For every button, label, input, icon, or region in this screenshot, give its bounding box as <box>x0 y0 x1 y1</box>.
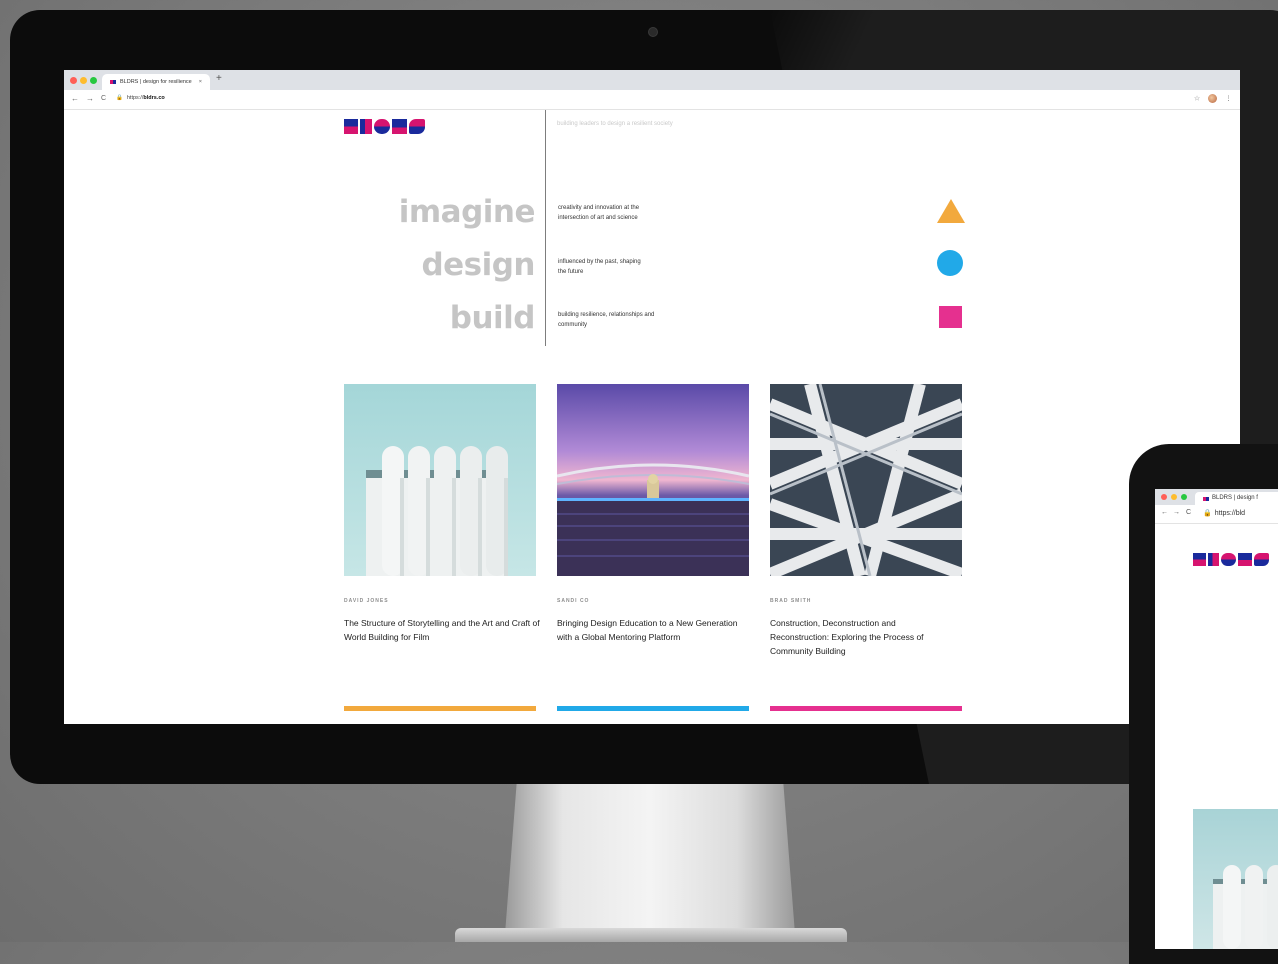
browser-tab-bar: BLDRS | design for resilience × + <box>64 70 1240 90</box>
imac-stand-foot <box>455 928 847 942</box>
imac-stand <box>505 784 795 934</box>
building-illustration <box>366 446 508 576</box>
article-author: DAVID JONES <box>344 598 389 604</box>
close-window-button[interactable] <box>70 77 77 84</box>
pillar-desc-imagine: creativity and innovation at the interse… <box>558 205 640 221</box>
pillar-desc-build: building resilience, relationships and c… <box>558 312 655 328</box>
triangle-icon <box>937 199 965 223</box>
square-icon <box>939 306 962 328</box>
laptop-tab-title: BLDRS | design f <box>1212 495 1258 501</box>
article-image-building[interactable] <box>344 384 536 576</box>
laptop-address-bar[interactable]: 🔒 https://bld <box>1203 509 1245 517</box>
article-title-link[interactable]: The Structure of Storytelling and the Ar… <box>344 616 540 644</box>
article-title-link[interactable]: Bringing Design Education to a New Gener… <box>557 616 753 644</box>
tab-title: BLDRS | design for resilience <box>120 79 192 85</box>
url-host: bld <box>1235 510 1246 517</box>
article-image-building[interactable] <box>1193 809 1278 949</box>
camera-dot <box>648 27 658 37</box>
close-window-button[interactable] <box>1161 494 1167 500</box>
forward-icon[interactable]: → <box>1173 509 1180 516</box>
minimize-window-button[interactable] <box>80 77 87 84</box>
pillar-word-imagine: imagine <box>398 194 536 230</box>
lattice-illustration <box>770 384 962 576</box>
bldrs-logo[interactable] <box>344 119 425 134</box>
reload-icon[interactable]: C <box>1186 509 1191 516</box>
pillar-word-build: build <box>449 300 536 336</box>
laptop-tab-bar: BLDRS | design f <box>1155 489 1278 505</box>
site-tagline: building leaders to design a resilient s… <box>557 121 673 127</box>
maximize-window-button[interactable] <box>1181 494 1187 500</box>
article-accent-bar <box>557 706 749 711</box>
minimize-window-button[interactable] <box>1171 494 1177 500</box>
bookmark-star-icon[interactable]: ☆ <box>1194 95 1200 102</box>
laptop-browser-tab[interactable]: BLDRS | design f <box>1195 492 1278 505</box>
laptop-screen: BLDRS | design f ← → C 🔒 https://bld <box>1155 489 1278 949</box>
article-image-lattice[interactable] <box>770 384 962 576</box>
bldrs-logo[interactable] <box>1193 553 1271 566</box>
new-tab-button[interactable]: + <box>216 73 222 84</box>
back-icon[interactable]: ← <box>71 94 79 103</box>
circle-icon <box>937 250 963 276</box>
apple-logo-icon <box>638 738 664 768</box>
web-page: building leaders to design a resilient s… <box>64 110 1240 724</box>
article-image-bridge[interactable] <box>557 384 749 576</box>
bridge-illustration <box>557 463 749 576</box>
url-host: bldrs.co <box>143 95 165 101</box>
article-author: BRAD SMITH <box>770 598 812 604</box>
imac-screen: BLDRS | design for resilience × + ← → C … <box>64 70 1240 724</box>
article-author: SANDI CO <box>557 598 590 604</box>
article-title-link[interactable]: Construction, Deconstruction and Reconst… <box>770 616 950 658</box>
maximize-window-button[interactable] <box>90 77 97 84</box>
lock-icon: 🔒 <box>1203 510 1212 517</box>
tab-close-icon[interactable]: × <box>199 74 202 90</box>
favicon-icon <box>1203 497 1209 501</box>
building-illustration <box>1213 865 1278 949</box>
pillar-word-design: design <box>421 247 535 283</box>
menu-icon[interactable]: ⋮ <box>1225 95 1232 102</box>
browser-tab[interactable]: BLDRS | design for resilience × <box>102 74 210 90</box>
url-scheme: https:// <box>126 95 144 101</box>
reload-icon[interactable]: C <box>101 95 106 102</box>
back-icon[interactable]: ← <box>1161 509 1168 516</box>
article-accent-bar <box>770 706 962 711</box>
laptop-toolbar: ← → C 🔒 https://bld <box>1155 505 1278 524</box>
browser-toolbar: ← → C 🔒 https://bldrs.co ☆ ⋮ <box>64 90 1240 110</box>
favicon-icon <box>110 80 116 84</box>
address-bar[interactable]: 🔒 https://bldrs.co <box>116 95 165 101</box>
pillar-desc-design: influenced by the past, shaping the futu… <box>558 259 641 275</box>
divider-line <box>545 110 546 346</box>
article-accent-bar <box>344 706 536 711</box>
lock-icon: 🔒 <box>116 95 123 101</box>
toolbar-right: ☆ ⋮ <box>1194 94 1232 103</box>
url-scheme: https:// <box>1214 510 1236 517</box>
profile-avatar[interactable] <box>1208 94 1218 103</box>
forward-icon[interactable]: → <box>86 94 94 103</box>
